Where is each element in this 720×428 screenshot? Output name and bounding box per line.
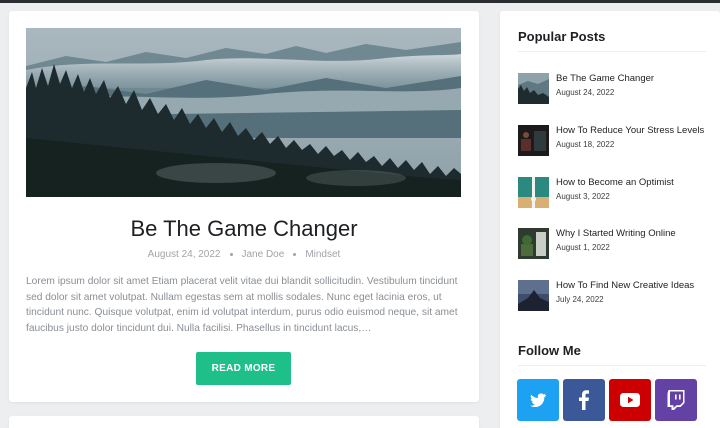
top-bar [0, 0, 720, 3]
meta-separator [229, 252, 233, 256]
popular-post-item[interactable]: Be The Game Changer August 24, 2022 [518, 73, 708, 105]
popular-post-thumbnail[interactable] [518, 73, 549, 104]
popular-post-thumbnail[interactable] [518, 125, 549, 156]
popular-post-thumbnail[interactable] [518, 280, 549, 311]
follow-me-title: Follow Me [518, 343, 581, 358]
post-date: August 24, 2022 [147, 249, 221, 260]
sidebar: Popular Posts Be The Game Changer August… [500, 11, 720, 428]
twitch-icon [667, 390, 685, 410]
post-category[interactable]: Mindset [305, 249, 340, 260]
popular-post-title[interactable]: How to Become an Optimist [556, 177, 674, 188]
popular-post-date: August 3, 2022 [556, 192, 610, 201]
popular-post-title[interactable]: Be The Game Changer [556, 73, 654, 84]
read-more-button[interactable]: READ MORE [196, 352, 291, 385]
popular-post-title[interactable]: How To Find New Creative Ideas [556, 280, 694, 291]
popular-post-thumbnail[interactable] [518, 228, 549, 259]
popular-post-date: August 1, 2022 [556, 243, 610, 252]
meta-separator [293, 252, 297, 256]
post-card: Be The Game Changer August 24, 2022 Jane … [9, 11, 479, 402]
widget-divider [518, 365, 706, 366]
post-meta: August 24, 2022 Jane Doe Mindset [9, 249, 479, 260]
facebook-icon [579, 390, 589, 410]
popular-post-date: July 24, 2022 [556, 295, 604, 304]
post-featured-image[interactable] [26, 28, 461, 197]
twitter-icon [530, 393, 546, 407]
widget-divider [518, 51, 706, 52]
popular-post-thumbnail[interactable] [518, 177, 549, 208]
popular-post-item[interactable]: How To Reduce Your Stress Levels August … [518, 125, 708, 157]
popular-posts-title: Popular Posts [518, 29, 606, 44]
post-title[interactable]: Be The Game Changer [9, 216, 479, 242]
twitter-button[interactable] [517, 379, 559, 421]
popular-post-item[interactable]: How To Find New Creative Ideas July 24, … [518, 280, 708, 312]
popular-post-item[interactable]: How to Become an Optimist August 3, 2022 [518, 177, 708, 209]
popular-post-title[interactable]: Why I Started Writing Online [556, 228, 676, 239]
post-excerpt: Lorem ipsum dolor sit amet Etiam placera… [26, 276, 458, 334]
popular-post-date: August 24, 2022 [556, 88, 615, 97]
popular-post-title[interactable]: How To Reduce Your Stress Levels [556, 125, 704, 136]
twitch-button[interactable] [655, 379, 697, 421]
next-post-card [9, 416, 479, 428]
youtube-icon [620, 393, 640, 407]
popular-post-date: August 18, 2022 [556, 140, 615, 149]
popular-post-item[interactable]: Why I Started Writing Online August 1, 2… [518, 228, 708, 260]
facebook-button[interactable] [563, 379, 605, 421]
youtube-button[interactable] [609, 379, 651, 421]
post-author[interactable]: Jane Doe [242, 249, 285, 260]
